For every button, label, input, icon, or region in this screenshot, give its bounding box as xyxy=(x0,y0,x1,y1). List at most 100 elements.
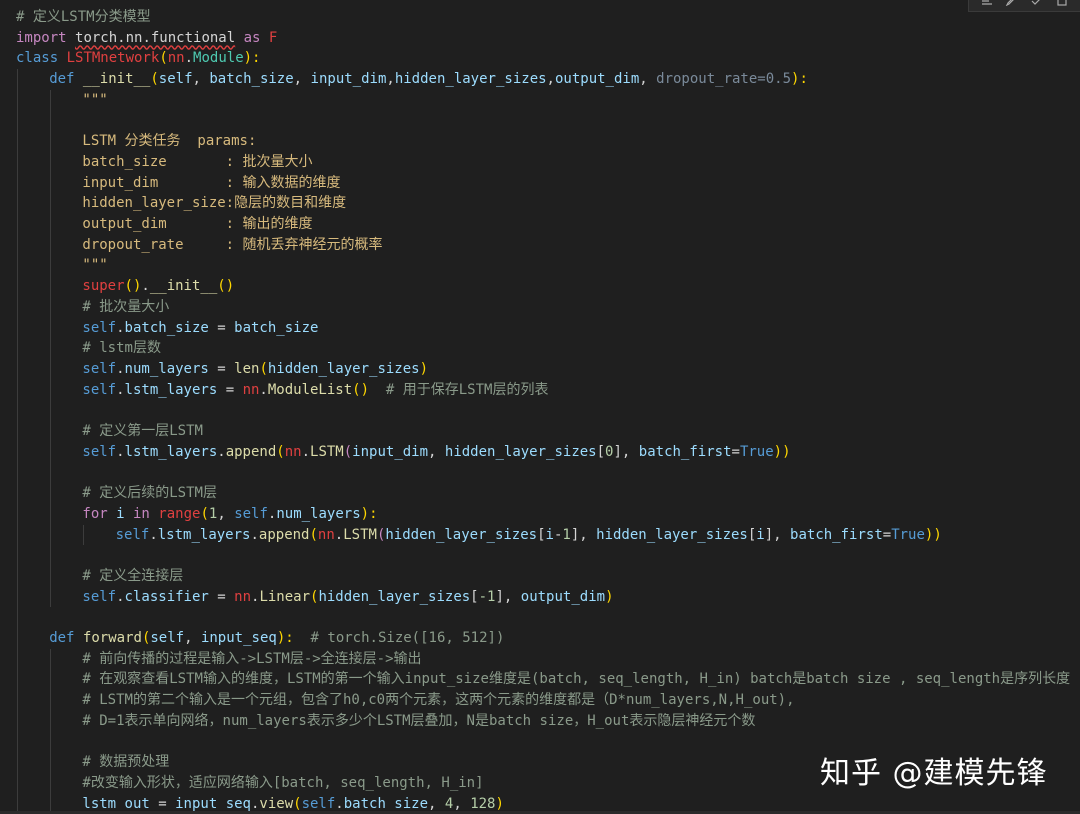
code-token: , xyxy=(453,795,471,812)
code-token: lstm_out xyxy=(82,795,150,812)
code-line[interactable]: # LSTM的第二个输入是一个元组，包含了h0,c0两个元素，这两个元素的维度都… xyxy=(82,690,794,711)
code-line[interactable]: input_dim : 输入数据的维度 xyxy=(82,173,340,194)
code-token: , xyxy=(184,630,201,646)
code-token: self xyxy=(82,319,117,336)
code-token: input_seq xyxy=(200,630,277,646)
code-line[interactable]: #改变输入形状，适应网络输入[batch, seq_length, H_in] xyxy=(82,773,483,794)
code-token: # lstm层数 xyxy=(82,340,161,357)
code-token: F xyxy=(260,29,278,46)
code-token: nn xyxy=(284,443,302,460)
code-token: # 用于保存LSTM层的列表 xyxy=(385,381,549,398)
code-token: append xyxy=(225,443,277,460)
code-line[interactable]: # 数据预处理 xyxy=(82,752,169,773)
code-token: . xyxy=(116,360,125,377)
code-token: view xyxy=(259,795,294,812)
code-token: # D=1表示单向网络，num_layers表示多少个LSTM层叠加，N是bat… xyxy=(82,712,756,729)
code-token: # LSTM的第二个输入是一个元组，包含了h0,c0两个元素，这两个元素的维度都… xyxy=(82,692,795,709)
code-token: input_seq xyxy=(175,795,251,812)
code-line[interactable]: """ xyxy=(82,255,107,276)
code-token: ) xyxy=(419,360,429,377)
code-line[interactable]: dropout_rate : 随机丢弃神经元的概率 xyxy=(82,235,382,256)
code-token: , xyxy=(579,526,597,543)
code-line[interactable]: output_dim : 输出的维度 xyxy=(82,214,312,235)
code-line[interactable]: hidden_layer_size:隐层的数目和维度 xyxy=(82,193,346,214)
code-token: # 批次量大小 xyxy=(82,298,170,315)
code-token: ( xyxy=(309,526,318,543)
code-token: hidden_layer_sizes xyxy=(267,360,420,377)
code-line[interactable]: # 定义第一层LSTM xyxy=(82,421,203,442)
indent-guide xyxy=(16,69,18,814)
code-line[interactable]: self.lstm_layers = nn.ModuleList() # 用于保… xyxy=(82,380,548,401)
code-token: dropout_rate xyxy=(656,71,758,88)
code-token: #改变输入形状，适应网络输入[batch, seq_length, H_in] xyxy=(82,774,484,791)
code-line[interactable]: self.lstm_layers.append(nn.LSTM(input_di… xyxy=(82,442,790,463)
code-line[interactable]: """ xyxy=(82,90,107,111)
code-token: , xyxy=(386,71,395,88)
code-token: [ xyxy=(470,588,479,605)
code-token: ] xyxy=(613,443,622,460)
code-line[interactable]: for i in range(1, self.num_layers): xyxy=(82,504,377,525)
code-token: for xyxy=(82,505,108,522)
code-token: class xyxy=(16,50,59,67)
code-line[interactable]: import torch.nn.functional as F xyxy=(16,28,277,49)
code-line[interactable]: # 定义全连接层 xyxy=(82,566,183,587)
code-line[interactable]: super().__init__() xyxy=(82,276,234,297)
code-token: self xyxy=(301,795,336,812)
code-token: True xyxy=(739,443,774,460)
code-line[interactable]: self.batch_size = batch_size xyxy=(82,318,318,339)
code-line[interactable]: # lstm层数 xyxy=(82,338,161,359)
code-token: hidden_layer_sizes xyxy=(596,526,748,543)
code-token: # 数据预处理 xyxy=(82,754,170,771)
code-token: batch_size xyxy=(209,71,294,88)
code-token: num_layers xyxy=(276,505,361,522)
code-token: self xyxy=(150,630,185,646)
code-token: . xyxy=(334,526,344,543)
code-token: LSTMnetwork xyxy=(66,50,160,67)
code-line[interactable]: # 在观察查看LSTM输入的维度，LSTM的第一个输入input_size维度是… xyxy=(82,669,1070,690)
code-line[interactable]: def __init__(self, batch_size, input_dim… xyxy=(49,69,808,90)
code-token: ) xyxy=(605,588,614,605)
code-token: output_dim xyxy=(554,71,640,88)
code-line[interactable]: self.num_layers = len(hidden_layer_sizes… xyxy=(82,359,428,380)
code-token: ): xyxy=(360,505,378,522)
code-token: )) xyxy=(773,443,791,460)
check-icon[interactable] xyxy=(1030,0,1044,6)
code-token: batch_first xyxy=(790,526,883,543)
code-token: lstm_layers xyxy=(157,526,251,543)
code-line[interactable]: # 前向传播的过程是输入->LSTM层->全连接层->输出 xyxy=(82,649,421,670)
code-token: # 在观察查看LSTM输入的维度，LSTM的第一个输入input_size维度是… xyxy=(82,671,1071,688)
code-token: batch_size : 批次量大小 xyxy=(82,153,313,170)
code-token: len xyxy=(234,360,260,377)
code-editor[interactable]: # 定义LSTM分类模型 import torch.nn.functional a… xyxy=(0,0,1080,814)
code-token: output_dim : 输出的维度 xyxy=(82,216,313,232)
code-token: . xyxy=(116,319,125,336)
code-token: . xyxy=(141,278,150,295)
code-token: , xyxy=(773,526,791,543)
code-line[interactable]: self.classifier = nn.Linear(hidden_layer… xyxy=(82,587,613,608)
code-token: = xyxy=(731,443,740,460)
copy-icon[interactable] xyxy=(1055,0,1069,6)
code-token: self xyxy=(82,588,117,605)
code-line[interactable]: # 定义LSTM分类模型 xyxy=(16,7,151,28)
edit-icon[interactable] xyxy=(1005,0,1019,6)
code-token: , xyxy=(621,443,639,460)
code-line[interactable]: # 批次量大小 xyxy=(82,297,169,318)
code-line[interactable]: # D=1表示单向网络，num_layers表示多少个LSTM层叠加，N是bat… xyxy=(82,711,755,732)
code-line[interactable]: def forward(self, input_seq): # torch.Si… xyxy=(49,628,504,649)
code-line[interactable]: LSTM 分类任务 params: xyxy=(82,131,256,152)
code-token: forward xyxy=(82,630,142,646)
code-token: = xyxy=(757,71,766,88)
code-token: ): xyxy=(276,630,294,646)
code-token: , xyxy=(546,71,555,88)
code-token: lstm_layers xyxy=(124,381,218,398)
collapse-icon[interactable] xyxy=(980,0,994,6)
code-token: i xyxy=(116,505,125,522)
code-line[interactable]: class LSTMnetwork(nn.Module): xyxy=(16,48,260,69)
code-line[interactable]: batch_size : 批次量大小 xyxy=(82,152,312,173)
code-line[interactable]: self.lstm_layers.append(nn.LSTM(hidden_l… xyxy=(116,525,942,546)
code-line[interactable]: # 定义后续的LSTM层 xyxy=(82,483,217,504)
